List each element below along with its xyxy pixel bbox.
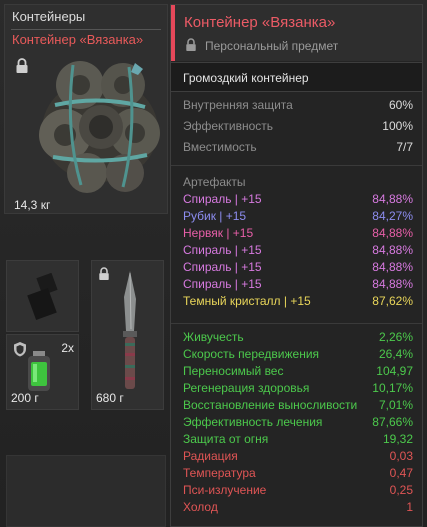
effect-label: Холод [183,500,218,514]
stat-value: 60% [388,98,413,112]
effect-value: 19,32 [382,432,413,446]
artifact-value: 84,88% [372,192,413,206]
effect-row: Эффективность лечения 87,66% [183,415,413,432]
artifact-label: Рубик | +15 [183,209,247,223]
effect-label: Живучесть [183,330,244,344]
effect-row: Восстановление выносливости 7,01% [183,398,413,415]
medkit-weight: 200 г [11,391,39,405]
artifact-value: 84,88% [372,226,413,240]
lock-icon [99,267,109,280]
stimulant-icon [28,351,50,391]
knife-weight: 680 г [96,391,124,405]
inventory-slot-medkit[interactable]: 2x 200 г [6,334,79,410]
stat-label: Вместимость [183,140,257,154]
inventory-slot-ammo[interactable] [6,260,79,332]
artifact-label: Спираль | +15 [183,260,262,274]
effect-row: Пси-излучение 0,25 [183,483,413,500]
effect-row: Радиация 0,03 [183,449,413,466]
stat-value: 7/7 [396,140,413,154]
artifact-label: Спираль | +15 [183,277,262,291]
effect-row: Переносимый вес 104,97 [183,364,413,381]
artifact-label: Нервяк | +15 [183,226,254,240]
ammo-pack-icon [27,273,58,320]
artifact-label: Спираль | +15 [183,192,262,206]
effect-value: 1 [406,500,413,514]
artifacts-header: Артефакты [183,175,246,189]
effect-label: Защита от огня [183,432,269,446]
effect-row: Температура 0,47 [183,466,413,483]
tooltip-subtitle: Персональный предмет [205,39,339,53]
artifact-value: 87,62% [372,294,413,308]
effect-value: 2,26% [378,330,413,344]
artifact-value: 84,88% [372,260,413,274]
artifact-row: Спираль | +15 84,88% [183,192,413,209]
stat-row: Внутренняя защита 60% [183,98,413,115]
artifact-row: Спираль | +15 84,88% [183,260,413,277]
inventory-slot-knife[interactable]: 680 г [91,260,164,410]
effect-label: Восстановление выносливости [183,398,358,412]
divider [171,323,422,324]
effect-row: Холод 1 [183,500,413,517]
stat-row: Вместимость 7/7 [183,140,413,157]
effect-value: 87,66% [372,415,413,429]
item-type: Громоздкий контейнер [183,71,309,85]
effect-row: Живучесть 2,26% [183,330,413,347]
effect-label: Регенерация здоровья [183,381,310,395]
knife-icon [123,271,137,389]
effect-value: 0,25 [389,483,413,497]
effect-value: 0,03 [389,449,413,463]
effect-value: 104,97 [376,364,413,378]
artifact-row: Темный кристалл | +15 87,62% [183,294,413,311]
artifact-row: Спираль | +15 84,88% [183,277,413,294]
divider [11,29,161,30]
category-title: Контейнеры [12,9,86,24]
inventory-slot-empty[interactable] [6,455,166,527]
effect-row: Скорость передвижения 26,4% [183,347,413,364]
effect-label: Пси-излучение [183,483,267,497]
stat-label: Эффективность [183,119,274,133]
artifact-value: 84,88% [372,243,413,257]
effect-row: Защита от огня 19,32 [183,432,413,449]
item-weight: 14,3 кг [14,198,51,212]
effect-label: Радиация [183,449,238,463]
artifact-label: Темный кристалл | +15 [183,294,311,308]
tooltip-title: Контейнер «Вязанка» [184,14,336,31]
effect-value: 10,17% [372,381,413,395]
artifact-row: Спираль | +15 84,88% [183,243,413,260]
artifact-label: Спираль | +15 [183,243,262,257]
item-tooltip: Контейнер «Вязанка» Персональный предмет… [170,4,423,527]
effect-label: Эффективность лечения [183,415,323,429]
divider [171,165,422,166]
stat-label: Внутренняя защита [183,98,293,112]
artifact-row: Нервяк | +15 84,88% [183,226,413,243]
artifact-value: 84,27% [372,209,413,223]
effect-row: Регенерация здоровья 10,17% [183,381,413,398]
stack-count: 2x [61,341,74,355]
artifact-value: 84,88% [372,277,413,291]
item-type-bar: Громоздкий контейнер [171,62,422,92]
tooltip-header: Контейнер «Вязанка» Персональный предмет [171,5,422,61]
lock-icon [186,38,196,51]
container-image [39,61,160,193]
effect-label: Температура [183,466,256,480]
effect-label: Переносимый вес [183,364,284,378]
effect-value: 7,01% [378,398,413,412]
artifact-row: Рубик | +15 84,27% [183,209,413,226]
stat-value: 100% [382,119,413,133]
effect-value: 0,47 [389,466,413,480]
effect-value: 26,4% [378,347,413,361]
effect-label: Скорость передвижения [183,347,320,361]
container-item-card[interactable]: Контейнеры Контейнер «Вязанка» 14,3 кг [4,4,168,214]
stat-row: Эффективность 100% [183,119,413,136]
